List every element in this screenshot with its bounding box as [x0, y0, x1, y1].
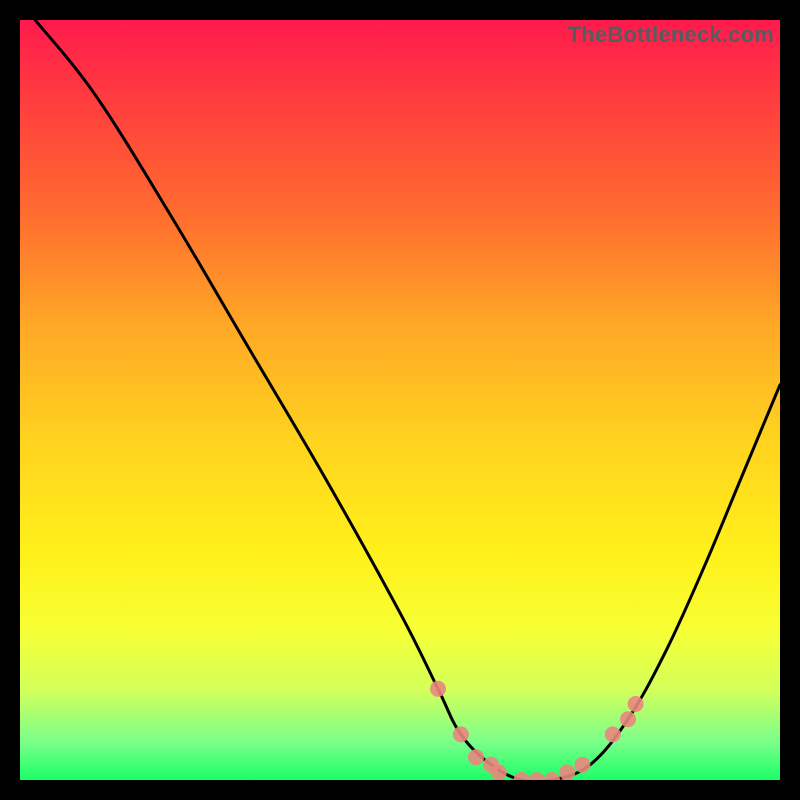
marker-dot: [430, 681, 446, 697]
marker-dot: [529, 772, 545, 780]
marker-dot: [605, 726, 621, 742]
marker-dot: [574, 757, 590, 773]
chart-frame: TheBottleneck.com: [20, 20, 780, 780]
marker-dot: [544, 772, 560, 780]
bottleneck-curve: [35, 20, 780, 780]
marker-dot: [628, 696, 644, 712]
marker-points: [430, 681, 644, 780]
marker-dot: [491, 764, 507, 780]
marker-dot: [468, 749, 484, 765]
marker-dot: [453, 726, 469, 742]
marker-dot: [514, 772, 530, 780]
chart-svg: [20, 20, 780, 780]
plot-area: TheBottleneck.com: [20, 20, 780, 780]
marker-dot: [620, 711, 636, 727]
marker-dot: [559, 764, 575, 780]
